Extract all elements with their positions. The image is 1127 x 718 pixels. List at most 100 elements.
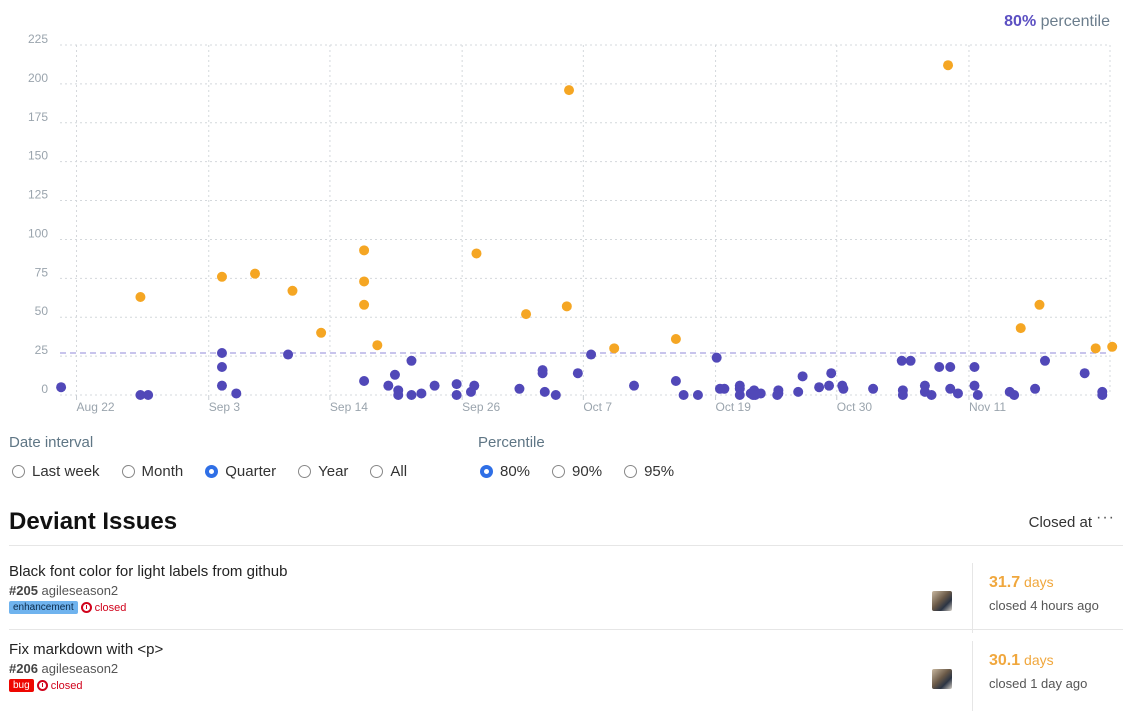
deviant-point [372,340,383,351]
issue-title[interactable]: Black font color for light labels from g… [9,563,287,580]
issue-point [514,383,525,394]
issue-point [905,355,916,366]
issue-point [711,352,722,363]
radio-button[interactable] [480,465,493,478]
issue-point [1009,390,1020,400]
date-interval-option[interactable]: Month [121,463,183,480]
status-badge: closed [80,602,126,614]
divider [9,629,1123,630]
status-badge: closed [36,680,82,692]
issue-stats: 30.1 days closed 1 day ago [972,641,1123,711]
issue-point [755,388,766,399]
deviant-point [359,245,370,256]
radio-button[interactable] [121,465,135,478]
issue-row[interactable]: Fix markdown with <p> #206 agileseason2 … [9,641,1123,718]
percentile-option[interactable]: 90% [552,463,602,480]
date-interval-option[interactable]: Quarter [205,463,276,480]
issue-point [734,380,745,391]
issue-point [670,376,681,386]
issue-point [678,390,689,400]
radio-button[interactable] [205,465,219,478]
percentile-option[interactable]: 95% [624,463,674,480]
issue-badges: bug closed [9,679,82,692]
ellipsis-icon[interactable]: ··· [1096,509,1115,527]
issue-point [550,390,561,400]
issue-point [537,365,548,376]
percentile-title: Percentile [478,434,545,451]
issue-point [969,362,980,372]
y-tick-label: 150 [28,149,48,163]
date-interval-option[interactable]: Last week [12,463,100,480]
issue-point [216,362,227,372]
y-tick-label: 175 [28,110,48,124]
radio-button[interactable] [370,465,384,478]
issue-point [629,380,640,391]
days-open: 31.7 days [989,574,1054,592]
issue-point [793,386,804,397]
date-interval-option[interactable]: All [370,463,407,480]
days-unit: days [1024,652,1054,668]
issue-title[interactable]: Fix markdown with <p> [9,641,163,658]
issue-point [814,382,825,393]
label-badge: bug [9,679,34,692]
deviant-point [521,309,532,320]
deviant-point [670,334,681,344]
issue-point [896,355,907,366]
radio-button[interactable] [12,465,25,478]
y-tick-label: 225 [28,32,48,46]
issue-point [393,390,404,400]
avatar[interactable] [932,669,952,689]
deviant-point [135,292,146,302]
section-title: Deviant Issues [9,508,178,535]
issue-point [734,390,745,400]
issue-point [1097,390,1108,400]
sort-dropdown[interactable]: Closed at [1029,514,1092,531]
x-tick-label: Sep 14 [330,400,368,414]
deviant-point [1015,323,1026,334]
radio-label: All [390,463,408,480]
issue-point [283,349,294,360]
issue-point [952,388,963,399]
issue-point [389,369,400,380]
issue-number: #206 [9,661,38,676]
issue-point [359,376,370,386]
deviant-point [561,301,572,312]
x-tick-label: Oct 30 [837,400,873,414]
date-interval-option[interactable]: Year [298,463,348,480]
issue-point [826,368,837,379]
issue-point [539,386,550,397]
closed-issue-icon [36,680,48,691]
closed-ago: closed 1 day ago [989,676,1088,691]
x-tick-label: Nov 11 [969,400,1006,414]
issue-point [451,390,462,400]
y-tick-label: 25 [35,343,49,357]
days-unit: days [1024,574,1054,590]
radio-label: Year [318,463,349,480]
issue-point [429,380,440,391]
issue-point [216,348,227,358]
radio-button[interactable] [298,465,312,478]
issue-point [383,380,394,391]
percentile-option[interactable]: 80% [480,463,530,480]
deviant-point [1107,341,1118,352]
label-badge: enhancement [9,601,78,614]
issue-point [692,390,703,400]
radio-button[interactable] [552,465,566,478]
deviant-point [287,285,298,296]
issue-point [838,383,849,394]
y-tick-label: 0 [41,382,48,396]
deviant-point [1034,299,1045,310]
days-value: 30.1 [989,652,1021,669]
issue-repo: agileseason2 [41,583,119,598]
y-tick-label: 100 [28,226,48,240]
radio-button[interactable] [624,465,638,478]
closed-ago: closed 4 hours ago [989,598,1099,613]
issue-meta: #205 agileseason2 [9,583,118,598]
issue-meta: #206 agileseason2 [9,661,118,676]
avatar[interactable] [932,591,952,611]
x-tick-label: Oct 19 [716,400,752,414]
date-interval-title: Date interval [9,434,94,451]
y-tick-label: 125 [28,188,48,202]
issue-point [868,383,879,394]
deviant-point [359,276,370,287]
